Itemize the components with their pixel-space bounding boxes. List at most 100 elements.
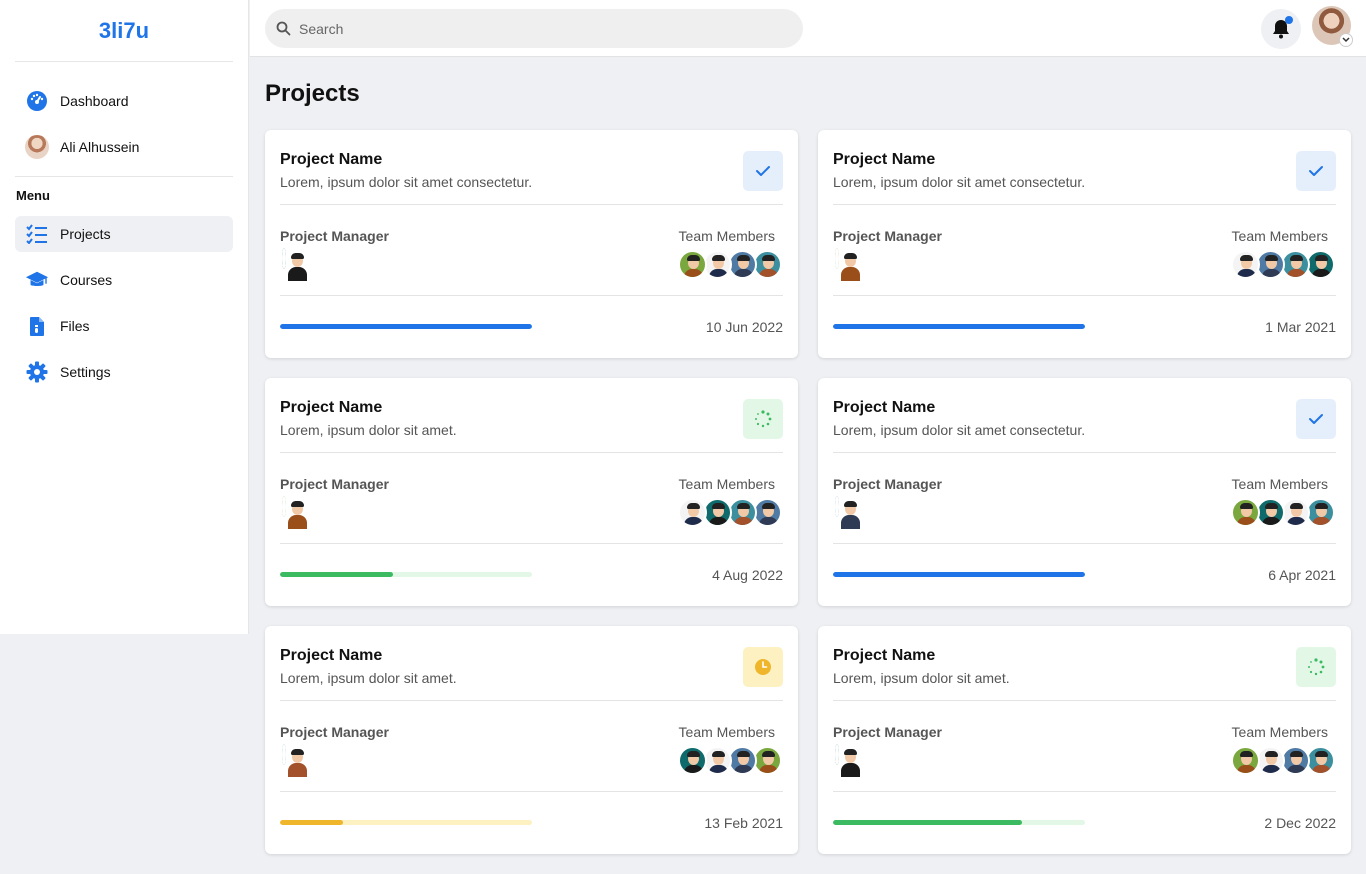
- project-name: Project Name: [280, 151, 383, 168]
- avatar[interactable]: [753, 498, 782, 527]
- project-card[interactable]: Project Name Lorem, ipsum dolor sit amet …: [818, 130, 1351, 358]
- avatar[interactable]: [703, 498, 732, 527]
- team-members-avatars: [678, 250, 782, 279]
- team-members-label: Team Members: [1231, 476, 1328, 492]
- team-members-avatars: [1231, 250, 1335, 279]
- avatar[interactable]: [1281, 498, 1310, 527]
- project-manager-label: Project Manager: [833, 724, 942, 740]
- check-icon: [756, 166, 770, 176]
- project-card[interactable]: Project Name Lorem, ipsum dolor sit amet …: [265, 130, 798, 358]
- search-input[interactable]: [299, 20, 779, 37]
- avatar[interactable]: [1256, 498, 1285, 527]
- avatar[interactable]: [678, 498, 707, 527]
- notification-badge: [1285, 16, 1293, 24]
- sidebar-item-label: Ali Alhussein: [60, 139, 140, 155]
- divider: [280, 700, 783, 701]
- notifications-button[interactable]: [1261, 9, 1301, 49]
- avatar[interactable]: [1306, 746, 1335, 775]
- team-members-avatars: [1231, 746, 1335, 775]
- sidebar: 3li7u Dashboard Ali Alhussein Menu Proje…: [0, 0, 249, 634]
- avatar[interactable]: [1231, 498, 1260, 527]
- avatar[interactable]: [678, 746, 707, 775]
- project-date: 2 Dec 2022: [1264, 815, 1336, 831]
- project-card[interactable]: Project Name Lorem, ipsum dolor sit amet …: [818, 378, 1351, 606]
- avatar[interactable]: [1231, 250, 1260, 279]
- avatar[interactable]: [1256, 746, 1285, 775]
- project-name: Project Name: [280, 647, 383, 664]
- avatar: [25, 135, 49, 159]
- project-date: 6 Apr 2021: [1268, 567, 1336, 583]
- spinner-icon: [755, 410, 772, 428]
- team-members-avatars: [678, 498, 782, 527]
- search-box[interactable]: [265, 9, 803, 48]
- avatar[interactable]: [835, 496, 860, 529]
- avatar[interactable]: [1231, 746, 1260, 775]
- graduation-cap-icon: [25, 268, 49, 292]
- app-logo[interactable]: 3li7u: [15, 0, 233, 62]
- status-badge[interactable]: [1296, 647, 1336, 687]
- avatar[interactable]: [1306, 250, 1335, 279]
- avatar[interactable]: [1256, 250, 1285, 279]
- avatar[interactable]: [753, 746, 782, 775]
- project-manager-avatar: [835, 496, 860, 529]
- sidebar-item-dashboard[interactable]: Dashboard: [15, 83, 233, 119]
- sidebar-item-courses[interactable]: Courses: [15, 262, 233, 298]
- check-icon: [1309, 414, 1323, 424]
- avatar[interactable]: [678, 250, 707, 279]
- status-badge[interactable]: [1296, 399, 1336, 439]
- sidebar-item-projects[interactable]: Projects: [15, 216, 233, 252]
- project-date: 10 Jun 2022: [705, 319, 783, 335]
- progress-fill: [833, 820, 1022, 825]
- status-badge[interactable]: [1296, 151, 1336, 191]
- divider: [280, 204, 783, 205]
- avatar[interactable]: [728, 250, 757, 279]
- avatar[interactable]: [753, 250, 782, 279]
- profile-avatar[interactable]: [1312, 6, 1353, 47]
- project-manager-avatar: [282, 744, 307, 777]
- project-card[interactable]: Project Name Lorem, ipsum dolor sit amet.…: [265, 626, 798, 854]
- project-description: Lorem, ipsum dolor sit amet.: [280, 422, 457, 438]
- divider: [833, 700, 1336, 701]
- gear-icon: [25, 360, 49, 384]
- avatar[interactable]: [703, 746, 732, 775]
- progress-bar: [833, 820, 1085, 825]
- project-manager-avatar: [282, 496, 307, 529]
- sidebar-item-profile[interactable]: Ali Alhussein: [15, 129, 233, 165]
- team-members-label: Team Members: [1231, 228, 1328, 244]
- sidebar-item-files[interactable]: Files: [15, 308, 233, 344]
- avatar[interactable]: [282, 496, 307, 529]
- project-name: Project Name: [833, 647, 936, 664]
- avatar[interactable]: [1281, 746, 1310, 775]
- divider: [833, 791, 1336, 792]
- avatar[interactable]: [1306, 498, 1335, 527]
- avatar[interactable]: [282, 744, 307, 777]
- status-badge[interactable]: [743, 151, 783, 191]
- avatar[interactable]: [282, 248, 307, 281]
- project-card[interactable]: Project Name Lorem, ipsum dolor sit amet.…: [818, 626, 1351, 854]
- status-badge[interactable]: [743, 399, 783, 439]
- avatar[interactable]: [728, 746, 757, 775]
- sidebar-item-settings[interactable]: Settings: [15, 354, 233, 390]
- divider: [833, 295, 1336, 296]
- avatar[interactable]: [703, 250, 732, 279]
- progress-fill: [280, 820, 343, 825]
- avatar[interactable]: [728, 498, 757, 527]
- project-card[interactable]: Project Name Lorem, ipsum dolor sit amet.…: [265, 378, 798, 606]
- avatar[interactable]: [1281, 250, 1310, 279]
- chevron-down-icon[interactable]: [1339, 33, 1353, 47]
- project-manager-avatar: [282, 248, 307, 281]
- progress-bar: [833, 324, 1085, 329]
- team-members-label: Team Members: [1231, 724, 1328, 740]
- project-manager-avatar: [835, 744, 860, 777]
- divider: [833, 543, 1336, 544]
- avatar[interactable]: [835, 248, 860, 281]
- file-icon: [25, 314, 49, 338]
- avatar[interactable]: [835, 744, 860, 777]
- sidebar-item-label: Courses: [60, 272, 113, 288]
- project-manager-label: Project Manager: [833, 228, 942, 244]
- project-description: Lorem, ipsum dolor sit amet consectetur.: [280, 174, 533, 190]
- project-manager-label: Project Manager: [280, 724, 389, 740]
- progress-bar: [833, 572, 1085, 577]
- progress-bar: [280, 324, 532, 329]
- status-badge[interactable]: [743, 647, 783, 687]
